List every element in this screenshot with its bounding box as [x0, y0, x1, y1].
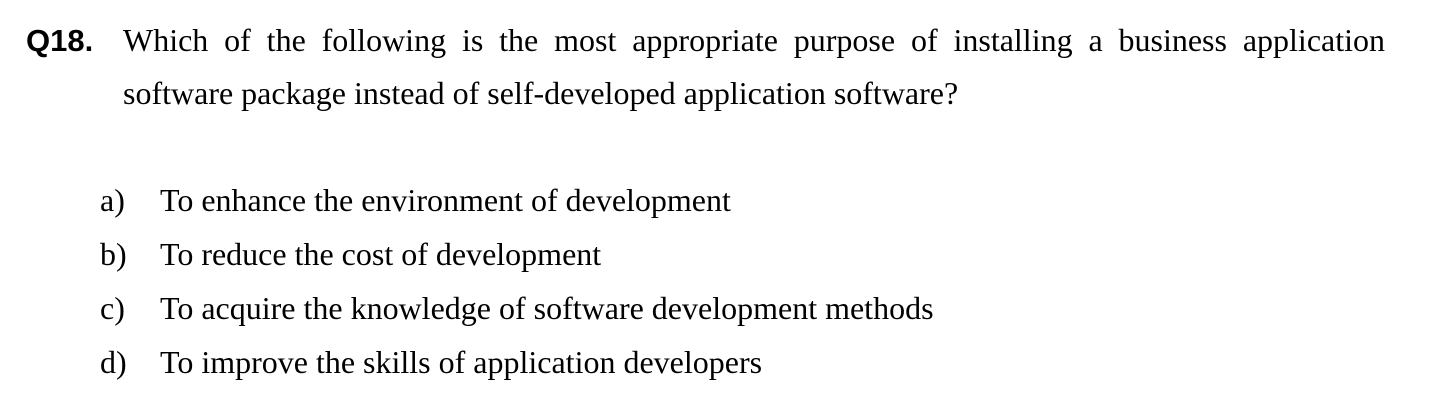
answer-options: a) To enhance the environment of develop…: [100, 173, 1350, 389]
question-number: Q18.: [26, 23, 94, 58]
option-d: d) To improve the skills of application …: [100, 335, 1350, 389]
option-b: b) To reduce the cost of development: [100, 227, 1350, 281]
option-text: To improve the skills of application dev…: [160, 344, 763, 380]
option-label: b): [100, 236, 127, 272]
option-label: a): [100, 182, 125, 218]
option-text: To acquire the knowledge of software dev…: [160, 290, 934, 326]
option-text: To enhance the environment of developmen…: [160, 182, 731, 218]
option-label: d): [100, 344, 127, 380]
question-text: Which of the following is the most appro…: [123, 22, 1385, 111]
option-label: c): [100, 290, 125, 326]
option-c: c) To acquire the knowledge of software …: [100, 281, 1350, 335]
option-a: a) To enhance the environment of develop…: [100, 173, 1350, 227]
option-text: To reduce the cost of development: [160, 236, 602, 272]
